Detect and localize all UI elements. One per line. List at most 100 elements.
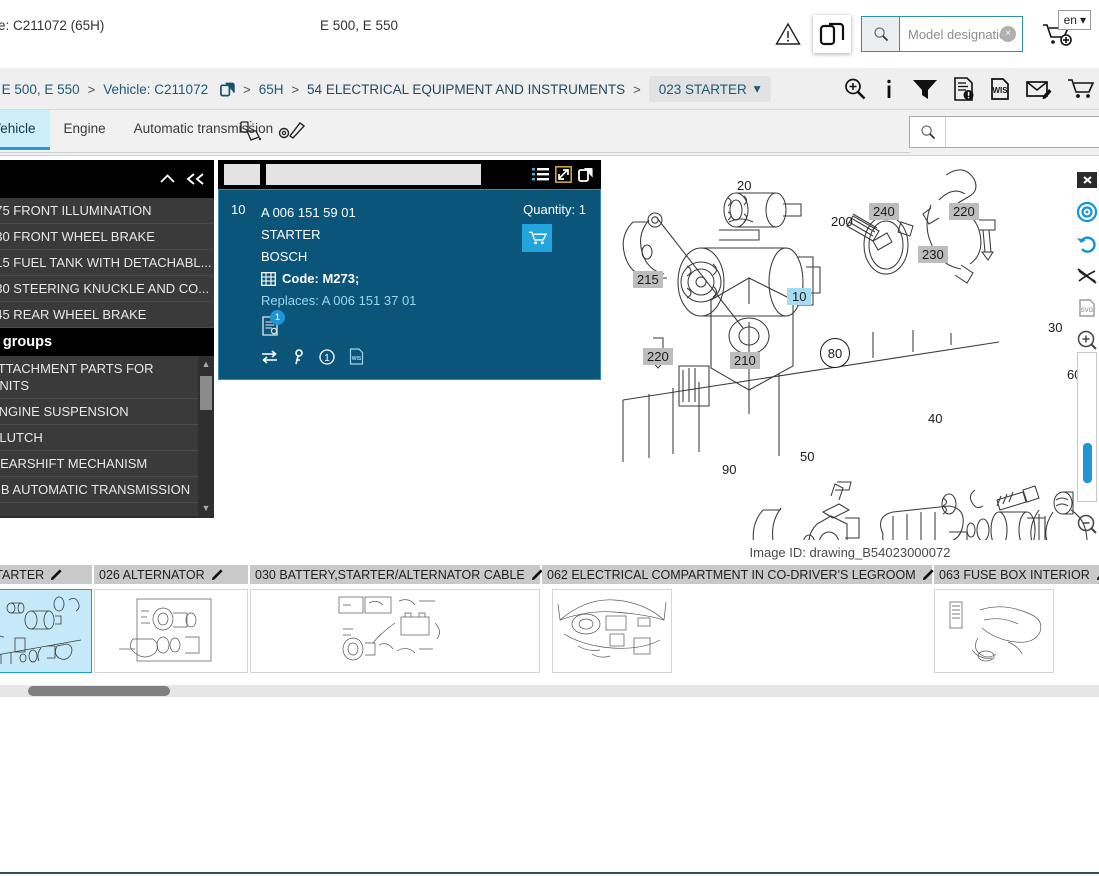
thumbnail-item-starter[interactable]: STARTER (0, 565, 92, 673)
sidebar-scrollbar[interactable]: ▲ ▼ (198, 356, 214, 516)
secondary-search-field[interactable] (946, 117, 1099, 147)
sidebar-group-clutch[interactable]: CLUTCH (0, 425, 214, 451)
info-icon[interactable] (881, 77, 897, 101)
thumbnail-preview[interactable] (250, 589, 540, 673)
thumbnail-item-alternator[interactable]: 026 ALTERNATOR (94, 565, 248, 673)
sidebar-group-engine-suspension[interactable]: ENGINE SUSPENSION (0, 399, 214, 425)
part-detail-body[interactable]: 10 Quantity: 1 A 006 151 59 01 STARTER B… (218, 189, 601, 380)
exchange-arrows-icon[interactable] (261, 349, 278, 364)
paint-spray-icon[interactable] (238, 119, 264, 143)
callout-50[interactable]: 50 (800, 449, 814, 464)
scrollbar-thumb[interactable] (200, 376, 212, 410)
cart-icon[interactable] (1067, 77, 1095, 101)
key-icon[interactable] (292, 348, 305, 365)
secondary-search-input[interactable] (946, 117, 1099, 147)
close-icon[interactable] (1075, 164, 1099, 196)
cross-out-icon[interactable] (1075, 260, 1099, 292)
callout-240[interactable]: 240 (869, 203, 899, 220)
callout-80[interactable]: 80 (820, 338, 850, 368)
edit-pencil-icon[interactable] (211, 568, 224, 581)
thumbnail-scrollbar[interactable] (0, 685, 1099, 697)
breadcrumb-item-group[interactable]: 65H (253, 82, 290, 97)
callout-220-b[interactable]: 220 (643, 348, 673, 365)
circle-one-icon[interactable]: 1 (319, 348, 335, 365)
zoom-out-icon[interactable] (1075, 508, 1099, 540)
sidebar-item-rear-wheel-brake[interactable]: 045 REAR WHEEL BRAKE (0, 302, 214, 328)
callout-230[interactable]: 230 (918, 246, 948, 263)
drawing-viewer[interactable]: 20 200 240 220 230 215 10 220 210 80 30 … (601, 160, 1099, 540)
filter-icon[interactable] (911, 77, 939, 101)
callout-90[interactable]: 90 (722, 462, 736, 477)
edit-pencil-icon[interactable] (50, 568, 63, 581)
sidebar-header: 5 (0, 160, 214, 198)
sidebar-groups-title: in groups (0, 334, 53, 350)
thumbnail-preview[interactable] (552, 589, 672, 673)
tools-icon[interactable] (278, 119, 306, 143)
thumbnail-item-fuse-box[interactable]: 063 FUSE BOX INTERIOR (934, 565, 1099, 673)
warning-triangle-icon[interactable] (771, 17, 805, 51)
document-search-icon[interactable]: 1 (261, 310, 285, 338)
callout-30[interactable]: 30 (1048, 320, 1062, 335)
part-panel-field-wide[interactable] (266, 164, 481, 185)
callout-210[interactable]: 210 (730, 352, 760, 369)
wis-document-icon[interactable]: WIS (349, 348, 364, 365)
svg-export-icon[interactable]: SVG (1075, 292, 1099, 324)
clear-search-icon[interactable]: × (1000, 26, 1016, 42)
sidebar-item-fuel-tank[interactable]: 015 FUEL TANK WITH DETACHABL... (0, 250, 214, 276)
target-icon[interactable] (1075, 196, 1099, 228)
thumbnail-item-battery-cable[interactable]: 030 BATTERY,STARTER/ALTERNATOR CABLE (250, 565, 543, 673)
thumbnail-label: 026 ALTERNATOR (99, 567, 205, 582)
thumbnail-preview[interactable] (0, 589, 92, 673)
sidebar-item-front-illumination[interactable]: 175 FRONT ILLUMINATION (0, 198, 214, 224)
chevron-up-icon[interactable] (159, 172, 176, 186)
callout-20[interactable]: 20 (737, 178, 751, 193)
copy-pages-icon[interactable] (813, 15, 851, 53)
search-icon[interactable] (862, 17, 900, 51)
scroll-down-icon[interactable]: ▼ (198, 500, 214, 516)
zoom-slider[interactable] (1077, 352, 1097, 502)
secondary-search-box[interactable] (909, 116, 1099, 148)
callout-215[interactable]: 215 (633, 271, 663, 288)
tab-vehicle[interactable]: Vehicle (0, 110, 50, 150)
sidebar-item-front-wheel-brake[interactable]: 030 FRONT WHEEL BRAKE (0, 224, 214, 250)
wis-document-icon[interactable]: WIS (989, 77, 1011, 101)
scrollbar-thumb[interactable] (28, 686, 170, 696)
model-search-box[interactable]: × (861, 16, 1023, 52)
breadcrumb-item-model[interactable]: E 500, E 550 (0, 82, 86, 97)
thumbnail-preview[interactable] (934, 589, 1054, 673)
callout-40[interactable]: 40 (928, 411, 942, 426)
callout-220-a[interactable]: 220 (949, 203, 979, 220)
search-icon[interactable] (910, 117, 946, 147)
sidebar-group-gearshift-mechanism[interactable]: GEARSHIFT MECHANISM (0, 451, 214, 477)
thumbnail-item-electrical-compartment[interactable]: 062 ELECTRICAL COMPARTMENT IN CO-DRIVER'… (542, 565, 935, 673)
document-alert-icon[interactable] (953, 77, 975, 101)
duplicate-icon[interactable] (578, 166, 595, 183)
sidebar-item-label: 030 FRONT WHEEL BRAKE (0, 229, 155, 244)
thumbnail-label-row: 026 ALTERNATOR (94, 565, 248, 584)
model-search-field[interactable]: × (900, 17, 1022, 51)
part-replaces[interactable]: Replaces: A 006 151 37 01 (261, 290, 588, 312)
list-view-icon[interactable] (532, 167, 549, 183)
add-to-cart-button[interactable] (522, 224, 552, 252)
sidebar-item-steering-knuckle[interactable]: 030 STEERING KNUCKLE AND CO... (0, 276, 214, 302)
part-panel-field-small[interactable] (224, 164, 260, 185)
rotate-undo-icon[interactable] (1075, 228, 1099, 260)
breadcrumb-copy-icon[interactable] (214, 82, 241, 97)
sidebar-group-attachment-parts[interactable]: ATTACHMENT PARTS FOR UNITS (0, 356, 214, 399)
double-chevron-left-icon[interactable] (186, 172, 206, 186)
expand-icon[interactable] (555, 166, 572, 183)
edit-pencil-icon[interactable] (922, 568, 935, 581)
mail-edit-icon[interactable] (1025, 77, 1053, 101)
tab-engine[interactable]: Engine (50, 110, 120, 150)
zoom-slider-handle[interactable] (1083, 443, 1092, 483)
thumbnail-preview[interactable] (94, 589, 248, 673)
breadcrumb-current-dropdown[interactable]: 023 STARTER ▾ (648, 76, 771, 102)
zoom-search-icon[interactable] (843, 77, 867, 101)
sidebar-group-mb-automatic-transmission[interactable]: MB AUTOMATIC TRANSMISSION (0, 477, 214, 503)
scroll-up-icon[interactable]: ▲ (198, 356, 214, 372)
breadcrumb-item-vehicle[interactable]: Vehicle: C211072 (97, 82, 214, 97)
callout-200[interactable]: 200 (831, 214, 853, 229)
callout-10-selected[interactable]: 10 (787, 288, 812, 305)
language-selector[interactable]: en ▾ (1057, 10, 1091, 30)
breadcrumb-item-section[interactable]: 54 ELECTRICAL EQUIPMENT AND INSTRUMENTS (301, 82, 631, 97)
